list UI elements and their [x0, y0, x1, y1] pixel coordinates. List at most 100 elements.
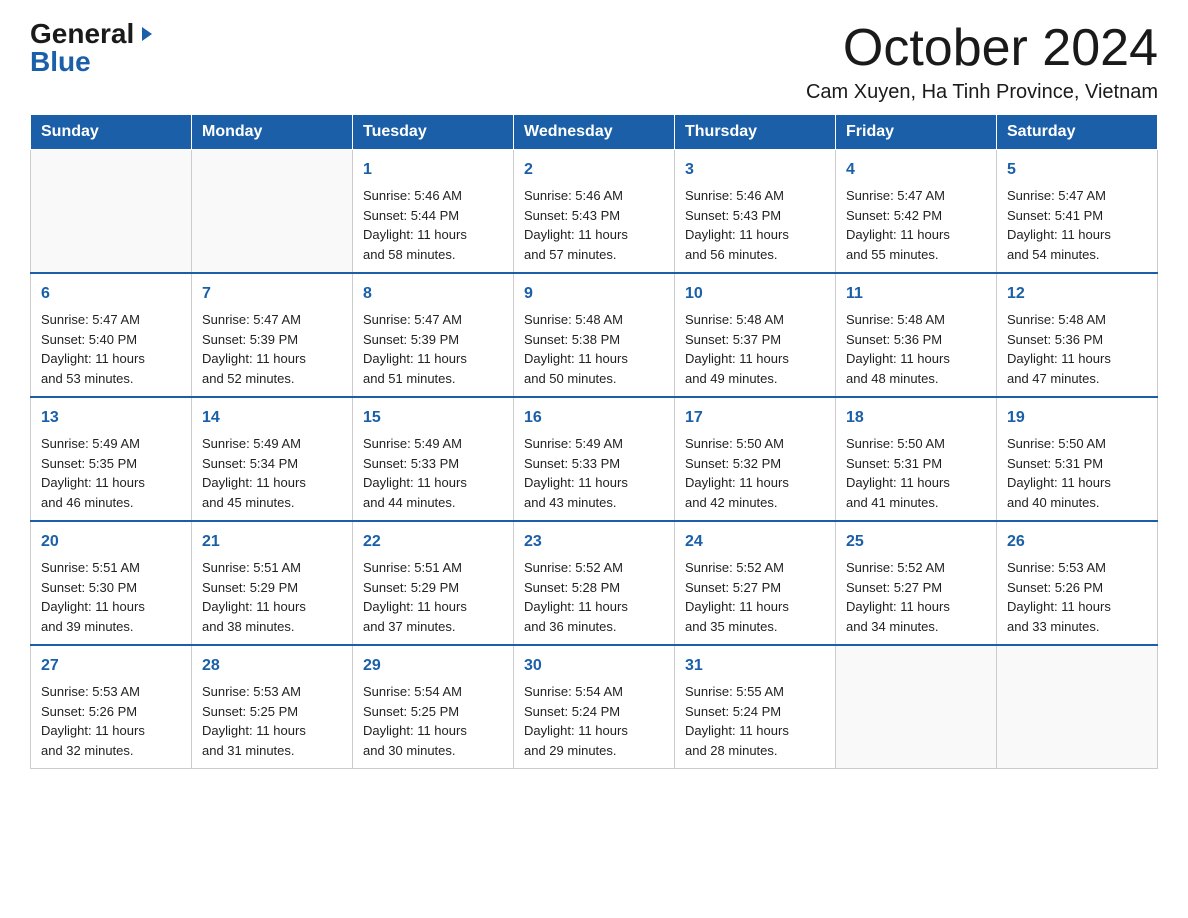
day-header-friday: Friday: [836, 115, 997, 150]
calendar-cell: 22 Sunrise: 5:51 AM Sunset: 5:29 PM Dayli…: [353, 521, 514, 645]
day-number: 22: [363, 530, 503, 554]
day-number: 9: [524, 282, 664, 306]
logo-general: General: [30, 20, 134, 48]
day-number: 21: [202, 530, 342, 554]
day-info: Sunrise: 5:48 AM Sunset: 5:36 PM Dayligh…: [1007, 310, 1147, 388]
calendar-cell: 16 Sunrise: 5:49 AM Sunset: 5:33 PM Dayli…: [514, 397, 675, 521]
day-number: 26: [1007, 530, 1147, 554]
day-info: Sunrise: 5:52 AM Sunset: 5:27 PM Dayligh…: [846, 558, 986, 636]
day-number: 8: [363, 282, 503, 306]
day-info: Sunrise: 5:47 AM Sunset: 5:39 PM Dayligh…: [202, 310, 342, 388]
calendar-cell: 2Sunrise: 5:46 AM Sunset: 5:43 PM Daylig…: [514, 150, 675, 274]
calendar-week-row: 6Sunrise: 5:47 AM Sunset: 5:40 PM Daylig…: [31, 273, 1158, 397]
day-info: Sunrise: 5:49 AM Sunset: 5:33 PM Dayligh…: [524, 434, 664, 512]
calendar-week-row: 1 Sunrise: 5:46 AM Sunset: 5:44 PM Daylig…: [31, 150, 1158, 274]
day-info: Sunrise: 5:49 AM Sunset: 5:34 PM Dayligh…: [202, 434, 342, 512]
calendar-cell: 7 Sunrise: 5:47 AM Sunset: 5:39 PM Daylig…: [192, 273, 353, 397]
calendar-cell: 18 Sunrise: 5:50 AM Sunset: 5:31 PM Dayli…: [836, 397, 997, 521]
calendar-cell: 3Sunrise: 5:46 AM Sunset: 5:43 PM Daylig…: [675, 150, 836, 274]
day-info: Sunrise: 5:51 AM Sunset: 5:29 PM Dayligh…: [202, 558, 342, 636]
day-number: 10: [685, 282, 825, 306]
day-number: 11: [846, 282, 986, 306]
day-number: 18: [846, 406, 986, 430]
day-number: 30: [524, 654, 664, 678]
day-header-tuesday: Tuesday: [353, 115, 514, 150]
day-header-wednesday: Wednesday: [514, 115, 675, 150]
day-number: 1: [363, 158, 503, 182]
calendar-cell: 21 Sunrise: 5:51 AM Sunset: 5:29 PM Dayli…: [192, 521, 353, 645]
calendar-cell: 20 Sunrise: 5:51 AM Sunset: 5:30 PM Dayli…: [31, 521, 192, 645]
logo: General Blue: [30, 20, 156, 76]
day-info: Sunrise: 5:50 AM Sunset: 5:31 PM Dayligh…: [846, 434, 986, 512]
calendar-cell: 28Sunrise: 5:53 AM Sunset: 5:25 PM Dayli…: [192, 645, 353, 769]
day-number: 16: [524, 406, 664, 430]
day-number: 4: [846, 158, 986, 182]
calendar-cell: 10 Sunrise: 5:48 AM Sunset: 5:37 PM Dayli…: [675, 273, 836, 397]
calendar-header-row: SundayMondayTuesdayWednesdayThursdayFrid…: [31, 115, 1158, 150]
day-info: Sunrise: 5:51 AM Sunset: 5:30 PM Dayligh…: [41, 558, 181, 636]
day-header-monday: Monday: [192, 115, 353, 150]
calendar-cell: 31 Sunrise: 5:55 AM Sunset: 5:24 PM Dayli…: [675, 645, 836, 769]
day-header-sunday: Sunday: [31, 115, 192, 150]
logo-blue: Blue: [30, 48, 91, 76]
day-info: Sunrise: 5:47 AM Sunset: 5:39 PM Dayligh…: [363, 310, 503, 388]
day-info: Sunrise: 5:47 AM Sunset: 5:41 PM Dayligh…: [1007, 186, 1147, 264]
calendar-table: SundayMondayTuesdayWednesdayThursdayFrid…: [30, 114, 1158, 769]
day-info: Sunrise: 5:53 AM Sunset: 5:26 PM Dayligh…: [41, 682, 181, 760]
calendar-cell: 25Sunrise: 5:52 AM Sunset: 5:27 PM Dayli…: [836, 521, 997, 645]
calendar-cell: 26 Sunrise: 5:53 AM Sunset: 5:26 PM Dayli…: [997, 521, 1158, 645]
day-number: 31: [685, 654, 825, 678]
day-info: Sunrise: 5:51 AM Sunset: 5:29 PM Dayligh…: [363, 558, 503, 636]
day-number: 15: [363, 406, 503, 430]
day-header-thursday: Thursday: [675, 115, 836, 150]
calendar-cell: 30 Sunrise: 5:54 AM Sunset: 5:24 PM Dayli…: [514, 645, 675, 769]
day-number: 3: [685, 158, 825, 182]
day-info: Sunrise: 5:46 AM Sunset: 5:44 PM Dayligh…: [363, 186, 503, 264]
day-info: Sunrise: 5:49 AM Sunset: 5:35 PM Dayligh…: [41, 434, 181, 512]
day-number: 20: [41, 530, 181, 554]
day-info: Sunrise: 5:55 AM Sunset: 5:24 PM Dayligh…: [685, 682, 825, 760]
calendar-cell: [836, 645, 997, 769]
calendar-cell: 9 Sunrise: 5:48 AM Sunset: 5:38 PM Daylig…: [514, 273, 675, 397]
day-info: Sunrise: 5:48 AM Sunset: 5:38 PM Dayligh…: [524, 310, 664, 388]
day-info: Sunrise: 5:54 AM Sunset: 5:24 PM Dayligh…: [524, 682, 664, 760]
calendar-cell: 24Sunrise: 5:52 AM Sunset: 5:27 PM Dayli…: [675, 521, 836, 645]
day-number: 19: [1007, 406, 1147, 430]
calendar-cell: 6Sunrise: 5:47 AM Sunset: 5:40 PM Daylig…: [31, 273, 192, 397]
day-info: Sunrise: 5:48 AM Sunset: 5:37 PM Dayligh…: [685, 310, 825, 388]
calendar-cell: 27 Sunrise: 5:53 AM Sunset: 5:26 PM Dayli…: [31, 645, 192, 769]
calendar-cell: 23 Sunrise: 5:52 AM Sunset: 5:28 PM Dayli…: [514, 521, 675, 645]
calendar-cell: 29 Sunrise: 5:54 AM Sunset: 5:25 PM Dayli…: [353, 645, 514, 769]
calendar-cell: 12 Sunrise: 5:48 AM Sunset: 5:36 PM Dayli…: [997, 273, 1158, 397]
day-info: Sunrise: 5:50 AM Sunset: 5:31 PM Dayligh…: [1007, 434, 1147, 512]
day-number: 7: [202, 282, 342, 306]
calendar-cell: [192, 150, 353, 274]
calendar-week-row: 20 Sunrise: 5:51 AM Sunset: 5:30 PM Dayli…: [31, 521, 1158, 645]
day-number: 14: [202, 406, 342, 430]
day-number: 28: [202, 654, 342, 678]
calendar-cell: 19 Sunrise: 5:50 AM Sunset: 5:31 PM Dayli…: [997, 397, 1158, 521]
day-info: Sunrise: 5:50 AM Sunset: 5:32 PM Dayligh…: [685, 434, 825, 512]
day-number: 5: [1007, 158, 1147, 182]
calendar-cell: 5 Sunrise: 5:47 AM Sunset: 5:41 PM Daylig…: [997, 150, 1158, 274]
calendar-cell: [31, 150, 192, 274]
calendar-cell: 14 Sunrise: 5:49 AM Sunset: 5:34 PM Dayli…: [192, 397, 353, 521]
title-block: October 2024 Cam Xuyen, Ha Tinh Province…: [806, 20, 1158, 104]
calendar-cell: 15 Sunrise: 5:49 AM Sunset: 5:33 PM Dayli…: [353, 397, 514, 521]
day-number: 13: [41, 406, 181, 430]
day-number: 29: [363, 654, 503, 678]
day-info: Sunrise: 5:48 AM Sunset: 5:36 PM Dayligh…: [846, 310, 986, 388]
day-number: 23: [524, 530, 664, 554]
day-number: 12: [1007, 282, 1147, 306]
day-info: Sunrise: 5:46 AM Sunset: 5:43 PM Dayligh…: [524, 186, 664, 264]
day-info: Sunrise: 5:47 AM Sunset: 5:42 PM Dayligh…: [846, 186, 986, 264]
day-number: 27: [41, 654, 181, 678]
calendar-cell: 4 Sunrise: 5:47 AM Sunset: 5:42 PM Daylig…: [836, 150, 997, 274]
day-info: Sunrise: 5:53 AM Sunset: 5:26 PM Dayligh…: [1007, 558, 1147, 636]
day-info: Sunrise: 5:54 AM Sunset: 5:25 PM Dayligh…: [363, 682, 503, 760]
day-info: Sunrise: 5:49 AM Sunset: 5:33 PM Dayligh…: [363, 434, 503, 512]
calendar-cell: 13 Sunrise: 5:49 AM Sunset: 5:35 PM Dayli…: [31, 397, 192, 521]
day-info: Sunrise: 5:52 AM Sunset: 5:28 PM Dayligh…: [524, 558, 664, 636]
calendar-week-row: 13 Sunrise: 5:49 AM Sunset: 5:35 PM Dayli…: [31, 397, 1158, 521]
logo-arrow-icon: [138, 25, 156, 48]
